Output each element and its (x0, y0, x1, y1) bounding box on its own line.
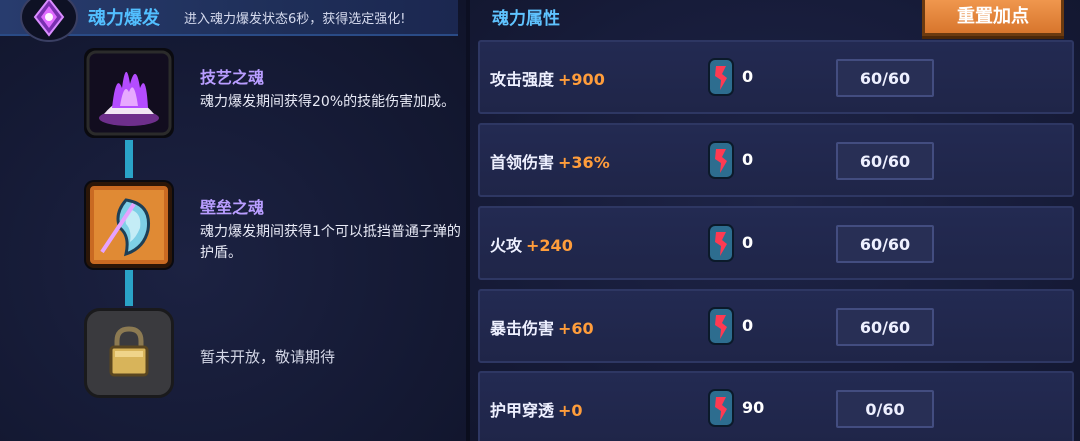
attribute-level[interactable]: 0/60 (836, 390, 934, 428)
skill-soul-of-bastion-icon[interactable] (84, 180, 174, 270)
attribute-label: 护甲穿透 +0 (490, 401, 583, 420)
attribute-label: 暴击伤害 +60 (490, 319, 594, 338)
skill-name: 壁垒之魂 (200, 198, 265, 217)
attribute-bonus: +36% (558, 153, 610, 172)
attribute-row-armor-penetration[interactable]: 护甲穿透 +0 90 0/60 (478, 371, 1074, 441)
attribute-bonus: +240 (526, 236, 573, 255)
soul-burst-title: 魂力爆发 (88, 8, 160, 29)
attribute-level[interactable]: 60/60 (836, 59, 934, 97)
attribute-label: 首领伤害 +36% (490, 153, 610, 172)
soul-gem-icon (708, 58, 734, 96)
soul-gem-icon (708, 389, 734, 427)
skill-soul-of-craft-icon[interactable] (84, 48, 174, 138)
gem-count: 0 (742, 67, 754, 86)
attribute-row-attack-strength[interactable]: 攻击强度 +900 0 60/60 (478, 40, 1074, 114)
gem-count: 0 (742, 150, 754, 169)
reset-points-button[interactable]: 重置加点 (922, 0, 1064, 36)
attribute-row-crit-damage[interactable]: 暴击伤害 +60 0 60/60 (478, 289, 1074, 363)
skill-description: 魂力爆发期间获得1个可以抵挡普通子弹的护盾。 (200, 224, 461, 261)
attribute-level[interactable]: 60/60 (836, 308, 934, 346)
soul-gem-icon (708, 307, 734, 345)
attribute-row-fire-attack[interactable]: 火攻 +240 0 60/60 (478, 206, 1074, 280)
soul-attributes-title: 魂力属性 (492, 9, 560, 29)
attribute-level[interactable]: 60/60 (836, 142, 934, 180)
gem-count: 0 (742, 233, 754, 252)
soul-gem-icon (708, 224, 734, 262)
padlock-icon (109, 326, 149, 377)
skill-connector (125, 270, 133, 306)
gem-count: 0 (742, 316, 754, 335)
attribute-bonus: +900 (558, 70, 605, 89)
soul-burst-description: 进入魂力爆发状态6秒，获得选定强化! (184, 12, 406, 27)
skill-connector (125, 140, 133, 178)
attribute-bonus: +60 (558, 319, 594, 338)
attribute-label: 火攻 +240 (490, 236, 573, 255)
locked-skill-slot (84, 308, 174, 398)
skill-name: 技艺之魂 (200, 68, 265, 87)
attribute-row-boss-damage[interactable]: 首领伤害 +36% 0 60/60 (478, 123, 1074, 197)
skill-description: 魂力爆发期间获得20%的技能伤害加成。 (200, 94, 456, 110)
locked-skill-text: 暂未开放，敬请期待 (200, 348, 336, 366)
soul-gem-icon (708, 141, 734, 179)
attribute-bonus: +0 (558, 401, 583, 420)
gem-count: 90 (742, 398, 765, 417)
attribute-level[interactable]: 60/60 (836, 225, 934, 263)
panel-divider (466, 0, 470, 441)
attribute-label: 攻击强度 +900 (490, 70, 605, 89)
